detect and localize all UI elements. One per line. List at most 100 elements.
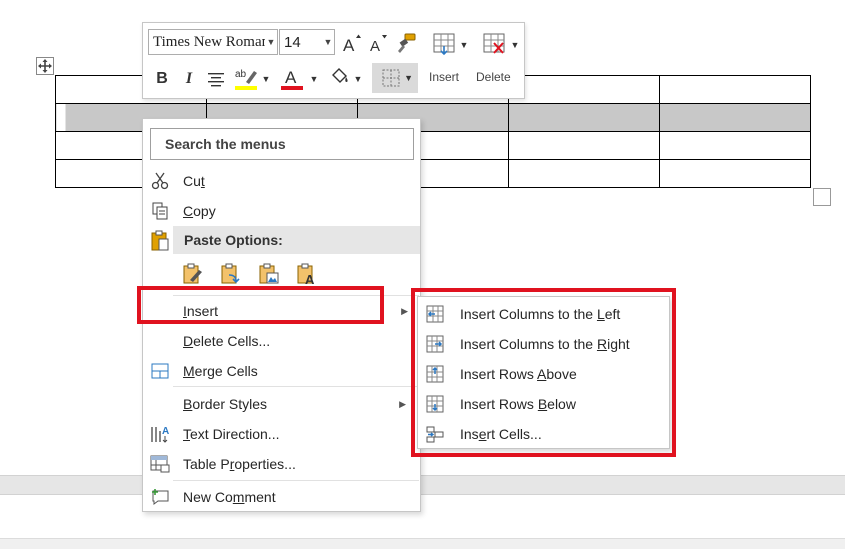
grow-font-icon: A <box>343 34 361 53</box>
menu-item-delete-cells[interactable]: Delete Cells... <box>143 327 420 355</box>
text-direction-icon: A <box>149 423 171 445</box>
italic-button[interactable]: I <box>179 67 199 91</box>
borders-icon <box>382 69 400 87</box>
menu-item-insert[interactable]: Insert ▶ <box>143 297 420 325</box>
menu-item-label: Insert <box>183 303 219 319</box>
chevron-down-icon[interactable]: ▼ <box>459 37 469 53</box>
insert-table-button[interactable] <box>431 31 457 57</box>
svg-text:A: A <box>370 38 380 53</box>
insert-label[interactable]: Insert <box>429 70 459 84</box>
mini-toolbar: Times New Roman ▼ 14 ▼ A A B I ab ▼ A ▼ … <box>142 22 525 99</box>
format-painter-button[interactable] <box>395 31 419 55</box>
shrink-font-icon: A <box>370 35 387 53</box>
menu-item-label: Text Direction... <box>183 426 280 442</box>
svg-text:A: A <box>162 426 169 437</box>
chevron-down-icon[interactable]: ▼ <box>322 37 334 47</box>
menu-item-label: Delete Cells... <box>183 333 271 349</box>
borders-button[interactable]: ▼ <box>372 63 418 93</box>
center-align-button[interactable] <box>205 67 227 91</box>
paste-keep-text-only-icon[interactable]: A <box>295 261 319 287</box>
menu-item-label: New Comment <box>183 489 276 505</box>
submenu-item-insert-cells[interactable]: Insert Cells... <box>418 419 669 449</box>
insert-cells-icon <box>425 424 445 444</box>
menu-item-label: Border Styles <box>183 396 268 412</box>
shading-button[interactable] <box>327 65 351 93</box>
paste-options-header: Paste Options: <box>173 226 420 254</box>
scissors-icon <box>149 170 171 192</box>
submenu-item-insert-rows-above[interactable]: Insert Rows Above <box>418 359 669 389</box>
delete-label[interactable]: Delete <box>476 70 511 84</box>
chevron-down-icon[interactable]: ▼ <box>353 71 363 87</box>
table-properties-icon <box>149 453 171 475</box>
paste-options-group: A <box>181 261 319 289</box>
submenu-item-insert-rows-below[interactable]: Insert Rows Below <box>418 389 669 419</box>
menu-item-cut[interactable]: Cut <box>143 167 420 195</box>
menu-item-border-styles[interactable]: Border Styles ▶ <box>143 390 420 418</box>
insert-column-left-icon <box>425 304 445 324</box>
submenu-item-label: Insert Columns to the Right <box>460 336 630 352</box>
menu-item-new-comment[interactable]: New Comment <box>143 483 420 511</box>
submenu-item-label: Insert Rows Above <box>460 366 577 382</box>
paint-bucket-icon <box>332 68 348 83</box>
delete-table-icon <box>483 33 505 54</box>
menu-separator <box>173 480 419 481</box>
svg-text:A: A <box>285 68 297 87</box>
paste-keep-source-formatting-icon[interactable] <box>181 261 205 287</box>
submenu-item-label: Insert Columns to the Left <box>460 306 621 322</box>
font-size-value: 14 <box>284 33 301 51</box>
context-menu: Search the menus Cut Copy Paste Options:… <box>142 118 421 512</box>
insert-column-right-icon <box>425 334 445 354</box>
insert-table-icon <box>433 33 455 56</box>
menu-item-label: Copy <box>183 203 216 219</box>
chevron-right-icon: ▶ <box>399 398 406 409</box>
shrink-font-button[interactable]: A <box>367 31 389 55</box>
menu-item-copy[interactable]: Copy <box>143 197 420 225</box>
table-resize-handle[interactable] <box>813 188 831 206</box>
align-center-icon <box>208 73 224 87</box>
menu-item-label: Merge Cells <box>183 363 258 379</box>
menu-search-input[interactable]: Search the menus <box>150 128 414 160</box>
menu-item-text-direction[interactable]: A Text Direction... <box>143 420 420 448</box>
menu-item-table-properties[interactable]: Table Properties... <box>143 450 420 478</box>
font-color-button[interactable]: A <box>279 65 305 93</box>
svg-text:A: A <box>305 272 315 286</box>
submenu-item-insert-columns-left[interactable]: Insert Columns to the Left <box>418 299 669 329</box>
format-painter-icon <box>398 33 416 53</box>
chevron-down-icon[interactable]: ▼ <box>309 71 319 87</box>
submenu-item-label: Insert Cells... <box>460 426 542 442</box>
text-highlight-button[interactable]: ab <box>233 65 259 93</box>
svg-text:ab: ab <box>235 69 247 80</box>
font-name-value: Times New Roman <box>153 33 265 50</box>
grow-font-button[interactable]: A <box>341 31 363 55</box>
insert-row-above-icon <box>425 364 445 384</box>
paste-merge-formatting-icon[interactable] <box>219 261 243 287</box>
chevron-down-icon[interactable]: ▼ <box>510 37 520 53</box>
move-arrows-icon <box>38 59 52 73</box>
font-name-select[interactable]: Times New Roman ▼ <box>148 29 278 55</box>
new-comment-icon <box>149 486 171 508</box>
copy-icon <box>149 200 171 222</box>
chevron-down-icon[interactable]: ▼ <box>265 37 277 47</box>
menu-item-merge-cells[interactable]: Merge Cells <box>143 357 420 385</box>
menu-separator <box>173 295 419 296</box>
chevron-right-icon: ▶ <box>401 305 408 316</box>
page-edge <box>0 538 845 549</box>
menu-item-label: Table Properties... <box>183 456 296 472</box>
delete-table-button[interactable] <box>481 31 507 57</box>
merge-cells-icon <box>149 360 171 382</box>
submenu-item-label: Insert Rows Below <box>460 396 576 412</box>
paste-picture-icon[interactable] <box>257 261 281 287</box>
chevron-down-icon: ▼ <box>404 73 413 83</box>
page-gap-band <box>0 475 845 495</box>
font-size-select[interactable]: 14 ▼ <box>279 29 335 55</box>
menu-item-label: Cut <box>183 173 205 189</box>
menu-separator <box>173 386 419 387</box>
table-move-handle[interactable] <box>36 57 54 75</box>
svg-text:A: A <box>343 36 355 53</box>
clipboard-icon <box>149 228 171 252</box>
insert-row-below-icon <box>425 394 445 414</box>
font-color-icon: A <box>281 68 303 90</box>
chevron-down-icon[interactable]: ▼ <box>261 71 271 87</box>
bold-button[interactable]: B <box>151 67 173 91</box>
submenu-item-insert-columns-right[interactable]: Insert Columns to the Right <box>418 329 669 359</box>
